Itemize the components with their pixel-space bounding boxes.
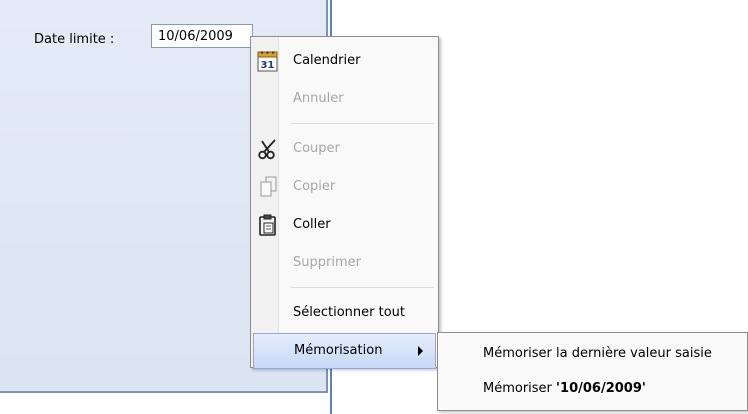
- scissors-icon: [257, 138, 279, 160]
- menu-item-supprimer[interactable]: Supprimer: [253, 245, 436, 281]
- submenu-item-memoriser-derniere[interactable]: Mémoriser la dernière valeur saisie: [440, 337, 745, 371]
- menu-item-coller[interactable]: Coller: [253, 207, 436, 243]
- menu-item-label: Coller: [293, 217, 331, 232]
- menu-item-copier[interactable]: Copier: [253, 169, 436, 205]
- context-menu: 31 Calendrier Annuler Couper Copier Coll…: [250, 36, 439, 369]
- menu-item-selectionner-tout[interactable]: Sélectionner tout: [253, 295, 436, 331]
- window: Date limite : 31 Calendrier Annuler: [0, 0, 748, 414]
- menu-item-calendrier[interactable]: 31 Calendrier: [253, 43, 436, 79]
- calendar-icon: 31: [257, 50, 279, 72]
- date-limit-label: Date limite :: [34, 32, 115, 47]
- menu-item-label: Annuler: [293, 91, 344, 106]
- clipboard-icon: [257, 214, 279, 236]
- menu-item-label: Copier: [293, 179, 336, 194]
- menu-separator: [291, 123, 434, 124]
- submenu-item-label: Mémoriser '10/06/2009': [483, 381, 646, 396]
- menu-item-couper[interactable]: Couper: [253, 131, 436, 167]
- menu-item-label: Couper: [293, 141, 340, 156]
- date-limit-input[interactable]: [151, 24, 253, 48]
- menu-item-annuler[interactable]: Annuler: [253, 81, 436, 117]
- submenu-item-value: '10/06/2009': [556, 381, 646, 396]
- menu-item-label: Mémorisation: [294, 343, 383, 358]
- submenu-item-prefix: Mémoriser: [483, 381, 557, 396]
- memorisation-submenu: Mémoriser la dernière valeur saisie Mémo…: [437, 332, 748, 411]
- calendar-icon-day: 31: [261, 60, 275, 71]
- menu-item-label: Calendrier: [293, 53, 361, 68]
- copy-icon: [257, 176, 279, 198]
- submenu-item-label: Mémoriser la dernière valeur saisie: [483, 346, 712, 361]
- submenu-arrow-icon: [418, 346, 423, 356]
- menu-item-label: Supprimer: [293, 255, 361, 270]
- submenu-item-memoriser-valeur[interactable]: Mémoriser '10/06/2009': [440, 372, 745, 406]
- menu-item-label: Sélectionner tout: [293, 305, 406, 320]
- menu-item-memorisation[interactable]: Mémorisation: [253, 333, 436, 369]
- menu-separator: [291, 287, 434, 288]
